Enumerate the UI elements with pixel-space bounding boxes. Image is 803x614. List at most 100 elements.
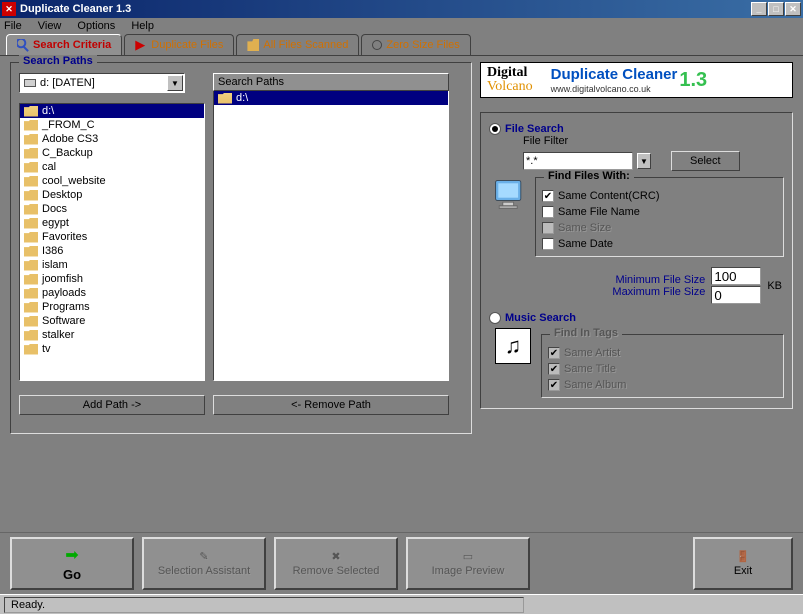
exit-icon: 🚪 [736, 550, 750, 563]
menu-file[interactable]: File [4, 20, 22, 32]
same-title-checkbox: ✔ [548, 363, 560, 375]
list-item[interactable]: cool_website [20, 174, 204, 188]
preview-icon: ▭ [463, 550, 473, 563]
list-item[interactable]: egypt [20, 216, 204, 230]
list-item[interactable]: d:\ [214, 91, 448, 105]
list-item[interactable]: Docs [20, 202, 204, 216]
same-content-checkbox[interactable]: ✔ [542, 190, 554, 202]
list-item[interactable]: payloads [20, 286, 204, 300]
add-path-button[interactable]: Add Path -> [19, 395, 205, 415]
min-size-label: Minimum File Size [612, 274, 705, 286]
select-button[interactable]: Select [671, 151, 740, 171]
menubar: File View Options Help [0, 18, 803, 34]
main-panel: Search Paths d: [DATEN] ▼ d:\ _FROM_C Ad… [0, 56, 803, 532]
folder-icon [24, 260, 38, 271]
tab-search-criteria[interactable]: Search Criteria [6, 34, 122, 55]
max-size-input[interactable] [711, 286, 761, 304]
circle-icon [372, 40, 382, 50]
folder-icon [24, 134, 38, 145]
image-preview-button[interactable]: ▭ Image Preview [406, 537, 530, 590]
list-item[interactable]: Programs [20, 300, 204, 314]
folder-icon [24, 246, 38, 257]
search-paths-header: Search Paths [213, 73, 449, 91]
banner: Digital Volcano Duplicate Cleaner www.di… [480, 62, 793, 98]
folder-icon [24, 218, 38, 229]
same-size-checkbox [542, 222, 554, 234]
tab-label: Zero Size Files [386, 39, 459, 51]
file-filter-combo[interactable]: *.* [523, 152, 633, 170]
folder-list[interactable]: d:\ _FROM_C Adobe CS3 C_Backup cal cool_… [19, 103, 205, 381]
banner-text: Volcano [487, 79, 533, 94]
list-item[interactable]: Favorites [20, 230, 204, 244]
go-button[interactable]: ➡ Go [10, 537, 134, 590]
exit-button[interactable]: 🚪 Exit [693, 537, 793, 590]
menu-view[interactable]: View [38, 20, 62, 32]
music-search-radio[interactable] [489, 312, 501, 324]
kb-label: KB [767, 280, 782, 292]
minimize-button[interactable]: _ [751, 2, 767, 16]
list-item[interactable]: _FROM_C [20, 118, 204, 132]
list-item[interactable]: Adobe CS3 [20, 132, 204, 146]
tab-duplicate-files[interactable]: ▶ Duplicate Files [124, 34, 234, 55]
selected-paths-list[interactable]: d:\ [213, 91, 449, 381]
search-icon [17, 39, 29, 51]
folder-icon [24, 232, 38, 243]
statusbar: Ready. [0, 594, 803, 614]
combo-value: d: [DATEN] [40, 77, 95, 89]
same-album-checkbox: ✔ [548, 379, 560, 391]
list-item[interactable]: stalker [20, 328, 204, 342]
hdd-icon [24, 79, 36, 87]
tab-zero-size[interactable]: Zero Size Files [361, 34, 470, 55]
menu-help[interactable]: Help [131, 20, 154, 32]
min-size-input[interactable] [711, 267, 761, 285]
file-search-radio[interactable] [489, 123, 501, 135]
banner-text: Digital [487, 65, 527, 80]
chevron-down-icon: ▼ [167, 75, 183, 91]
list-item[interactable]: C_Backup [20, 146, 204, 160]
wand-icon: ✎ [199, 550, 208, 563]
folder-icon [24, 176, 38, 187]
max-size-label: Maximum File Size [612, 286, 705, 298]
drive-combo[interactable]: d: [DATEN] ▼ [19, 73, 185, 93]
folder-icon [24, 316, 38, 327]
folder-icon [24, 148, 38, 159]
folder-icon [24, 204, 38, 215]
list-item[interactable]: Desktop [20, 188, 204, 202]
titlebar: ✕ Duplicate Cleaner 1.3 _ □ ✕ [0, 0, 803, 18]
same-name-checkbox[interactable] [542, 206, 554, 218]
options-panel: File Search File Filter *.* ▼ Select Fin… [480, 112, 793, 409]
menu-options[interactable]: Options [77, 20, 115, 32]
close-button[interactable]: ✕ [785, 2, 801, 16]
tab-label: All Files Scanned [263, 39, 348, 51]
remove-selected-button[interactable]: ✖ Remove Selected [274, 537, 398, 590]
list-item[interactable]: Software [20, 314, 204, 328]
folder-icon [24, 274, 38, 285]
remove-path-button[interactable]: <- Remove Path [213, 395, 449, 415]
tab-all-files[interactable]: All Files Scanned [236, 34, 359, 55]
banner-version: 1.3 [679, 69, 707, 92]
remove-icon: ✖ [331, 550, 340, 563]
chevron-down-icon[interactable]: ▼ [637, 153, 651, 169]
list-item[interactable]: I386 [20, 244, 204, 258]
same-date-checkbox[interactable] [542, 238, 554, 250]
maximize-button[interactable]: □ [768, 2, 784, 16]
flag-icon: ▶ [135, 42, 145, 49]
list-item[interactable]: d:\ [20, 104, 204, 118]
list-item[interactable]: islam [20, 258, 204, 272]
folder-icon [24, 190, 38, 201]
list-item[interactable]: cal [20, 160, 204, 174]
music-icon: ♫ [495, 328, 531, 364]
fieldset-legend: Search Paths [19, 55, 97, 67]
list-item[interactable]: joomfish [20, 272, 204, 286]
folder-icon [24, 302, 38, 313]
arrow-right-icon: ➡ [65, 545, 78, 565]
window-title: Duplicate Cleaner 1.3 [20, 3, 751, 15]
folder-icon [24, 288, 38, 299]
folder-open-icon [24, 106, 38, 117]
app-icon: ✕ [2, 2, 16, 16]
folder-icon [24, 162, 38, 173]
selection-assistant-button[interactable]: ✎ Selection Assistant [142, 537, 266, 590]
folder-icon [247, 39, 259, 51]
folder-icon [24, 344, 38, 355]
list-item[interactable]: tv [20, 342, 204, 356]
